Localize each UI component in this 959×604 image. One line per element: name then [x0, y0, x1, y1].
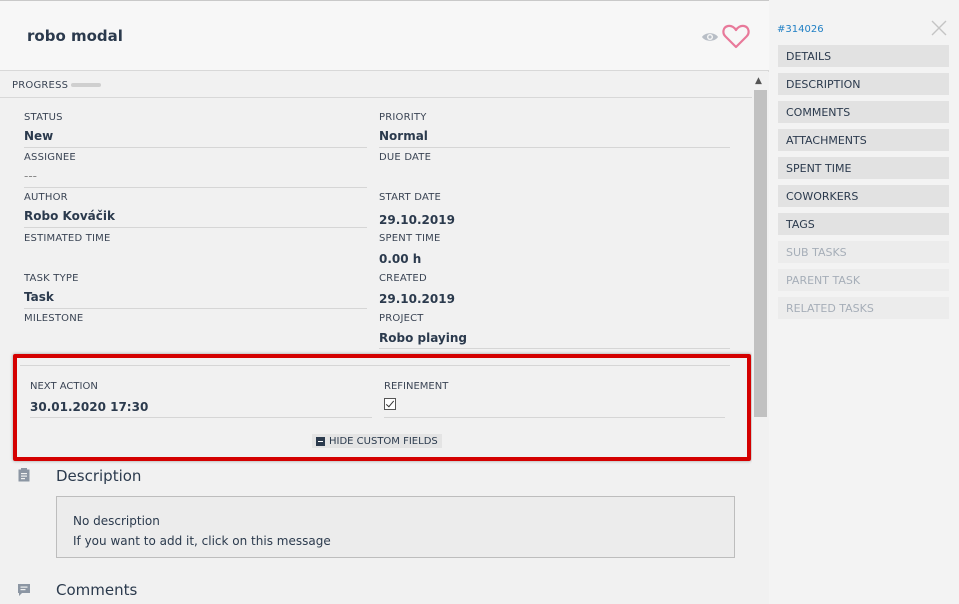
spent-time-label: SPENT TIME [379, 233, 441, 244]
status-label: STATUS [24, 112, 63, 123]
eye-icon[interactable] [701, 28, 719, 46]
author-field[interactable]: AUTHOR Robo Kováčik [24, 188, 367, 228]
start-date-value: 29.10.2019 [379, 213, 455, 227]
task-type-value: Task [24, 290, 54, 304]
sidebar-item-attachments[interactable]: ATTACHMENTS [778, 129, 949, 151]
sidebar-item-details[interactable]: DETAILS [778, 45, 949, 67]
task-type-field[interactable]: TASK TYPE Task [24, 269, 367, 309]
due-date-field[interactable]: DUE DATE [379, 148, 730, 188]
sidebar-item-parent-task: PARENT TASK [778, 269, 949, 291]
status-field[interactable]: STATUS New [24, 108, 367, 148]
task-modal: robo modal PROGRESS STATUS New ASSIGNEE … [0, 0, 769, 604]
progress-bar[interactable] [71, 83, 101, 87]
description-empty-text: No description [73, 514, 160, 528]
page-title: robo modal [27, 27, 123, 45]
scroll-up-icon[interactable]: ▲ [755, 76, 762, 86]
sidebar-item-coworkers[interactable]: COWORKERS [778, 185, 949, 207]
priority-label: PRIORITY [379, 112, 427, 123]
comment-icon [18, 584, 30, 596]
spent-time-field[interactable]: SPENT TIME 0.00 h [379, 229, 730, 269]
sidebar-item-description[interactable]: DESCRIPTION [778, 73, 949, 95]
milestone-label: MILESTONE [24, 313, 84, 324]
clipboard-icon [18, 468, 30, 482]
heart-icon[interactable] [722, 23, 750, 49]
modal-header: robo modal [0, 0, 769, 71]
task-type-label: TASK TYPE [24, 273, 79, 284]
task-id-link[interactable]: #314026 [777, 24, 824, 35]
created-field: CREATED 29.10.2019 [379, 269, 730, 309]
author-label: AUTHOR [24, 192, 68, 203]
milestone-field[interactable]: MILESTONE [24, 309, 367, 349]
priority-field[interactable]: PRIORITY Normal [379, 108, 730, 148]
due-date-label: DUE DATE [379, 152, 432, 163]
description-box[interactable]: No description If you want to add it, cl… [56, 496, 735, 558]
progress-label: PROGRESS [12, 80, 69, 91]
close-icon[interactable] [931, 20, 947, 36]
assignee-field[interactable]: ASSIGNEE --- [24, 148, 367, 188]
comments-title: Comments [56, 581, 138, 599]
project-value: Robo playing [379, 331, 467, 345]
scroll-thumb[interactable] [754, 90, 767, 417]
spent-time-value: 0.00 h [379, 252, 422, 266]
sidebar-item-comments[interactable]: COMMENTS [778, 101, 949, 123]
assignee-value: --- [24, 169, 37, 183]
progress-row: PROGRESS [0, 72, 752, 98]
sidebar-item-spent-time[interactable]: SPENT TIME [778, 157, 949, 179]
project-label: PROJECT [379, 313, 424, 324]
priority-value: Normal [379, 129, 428, 143]
sidebar-item-sub-tasks: SUB TASKS [778, 241, 949, 263]
description-hint: If you want to add it, click on this mes… [73, 534, 331, 548]
project-field[interactable]: PROJECT Robo playing [379, 309, 730, 349]
estimated-time-field[interactable]: ESTIMATED TIME [24, 229, 367, 269]
start-date-label: START DATE [379, 192, 442, 203]
status-value: New [24, 129, 54, 143]
task-details: PROGRESS STATUS New ASSIGNEE --- AUTHOR … [0, 72, 752, 604]
sidebar-item-tags[interactable]: TAGS [778, 213, 949, 235]
created-label: CREATED [379, 273, 427, 284]
description-title: Description [56, 467, 142, 485]
created-value: 29.10.2019 [379, 292, 455, 306]
estimated-time-label: ESTIMATED TIME [24, 233, 111, 244]
sidebar: #314026 DETAILS DESCRIPTION COMMENTS ATT… [770, 0, 959, 604]
highlight-frame [13, 354, 751, 461]
scrollbar[interactable]: ▲ [752, 72, 769, 604]
author-value: Robo Kováčik [24, 209, 115, 223]
start-date-field[interactable]: START DATE 29.10.2019 [379, 188, 730, 228]
sidebar-item-related-tasks: RELATED TASKS [778, 297, 949, 319]
assignee-label: ASSIGNEE [24, 152, 76, 163]
